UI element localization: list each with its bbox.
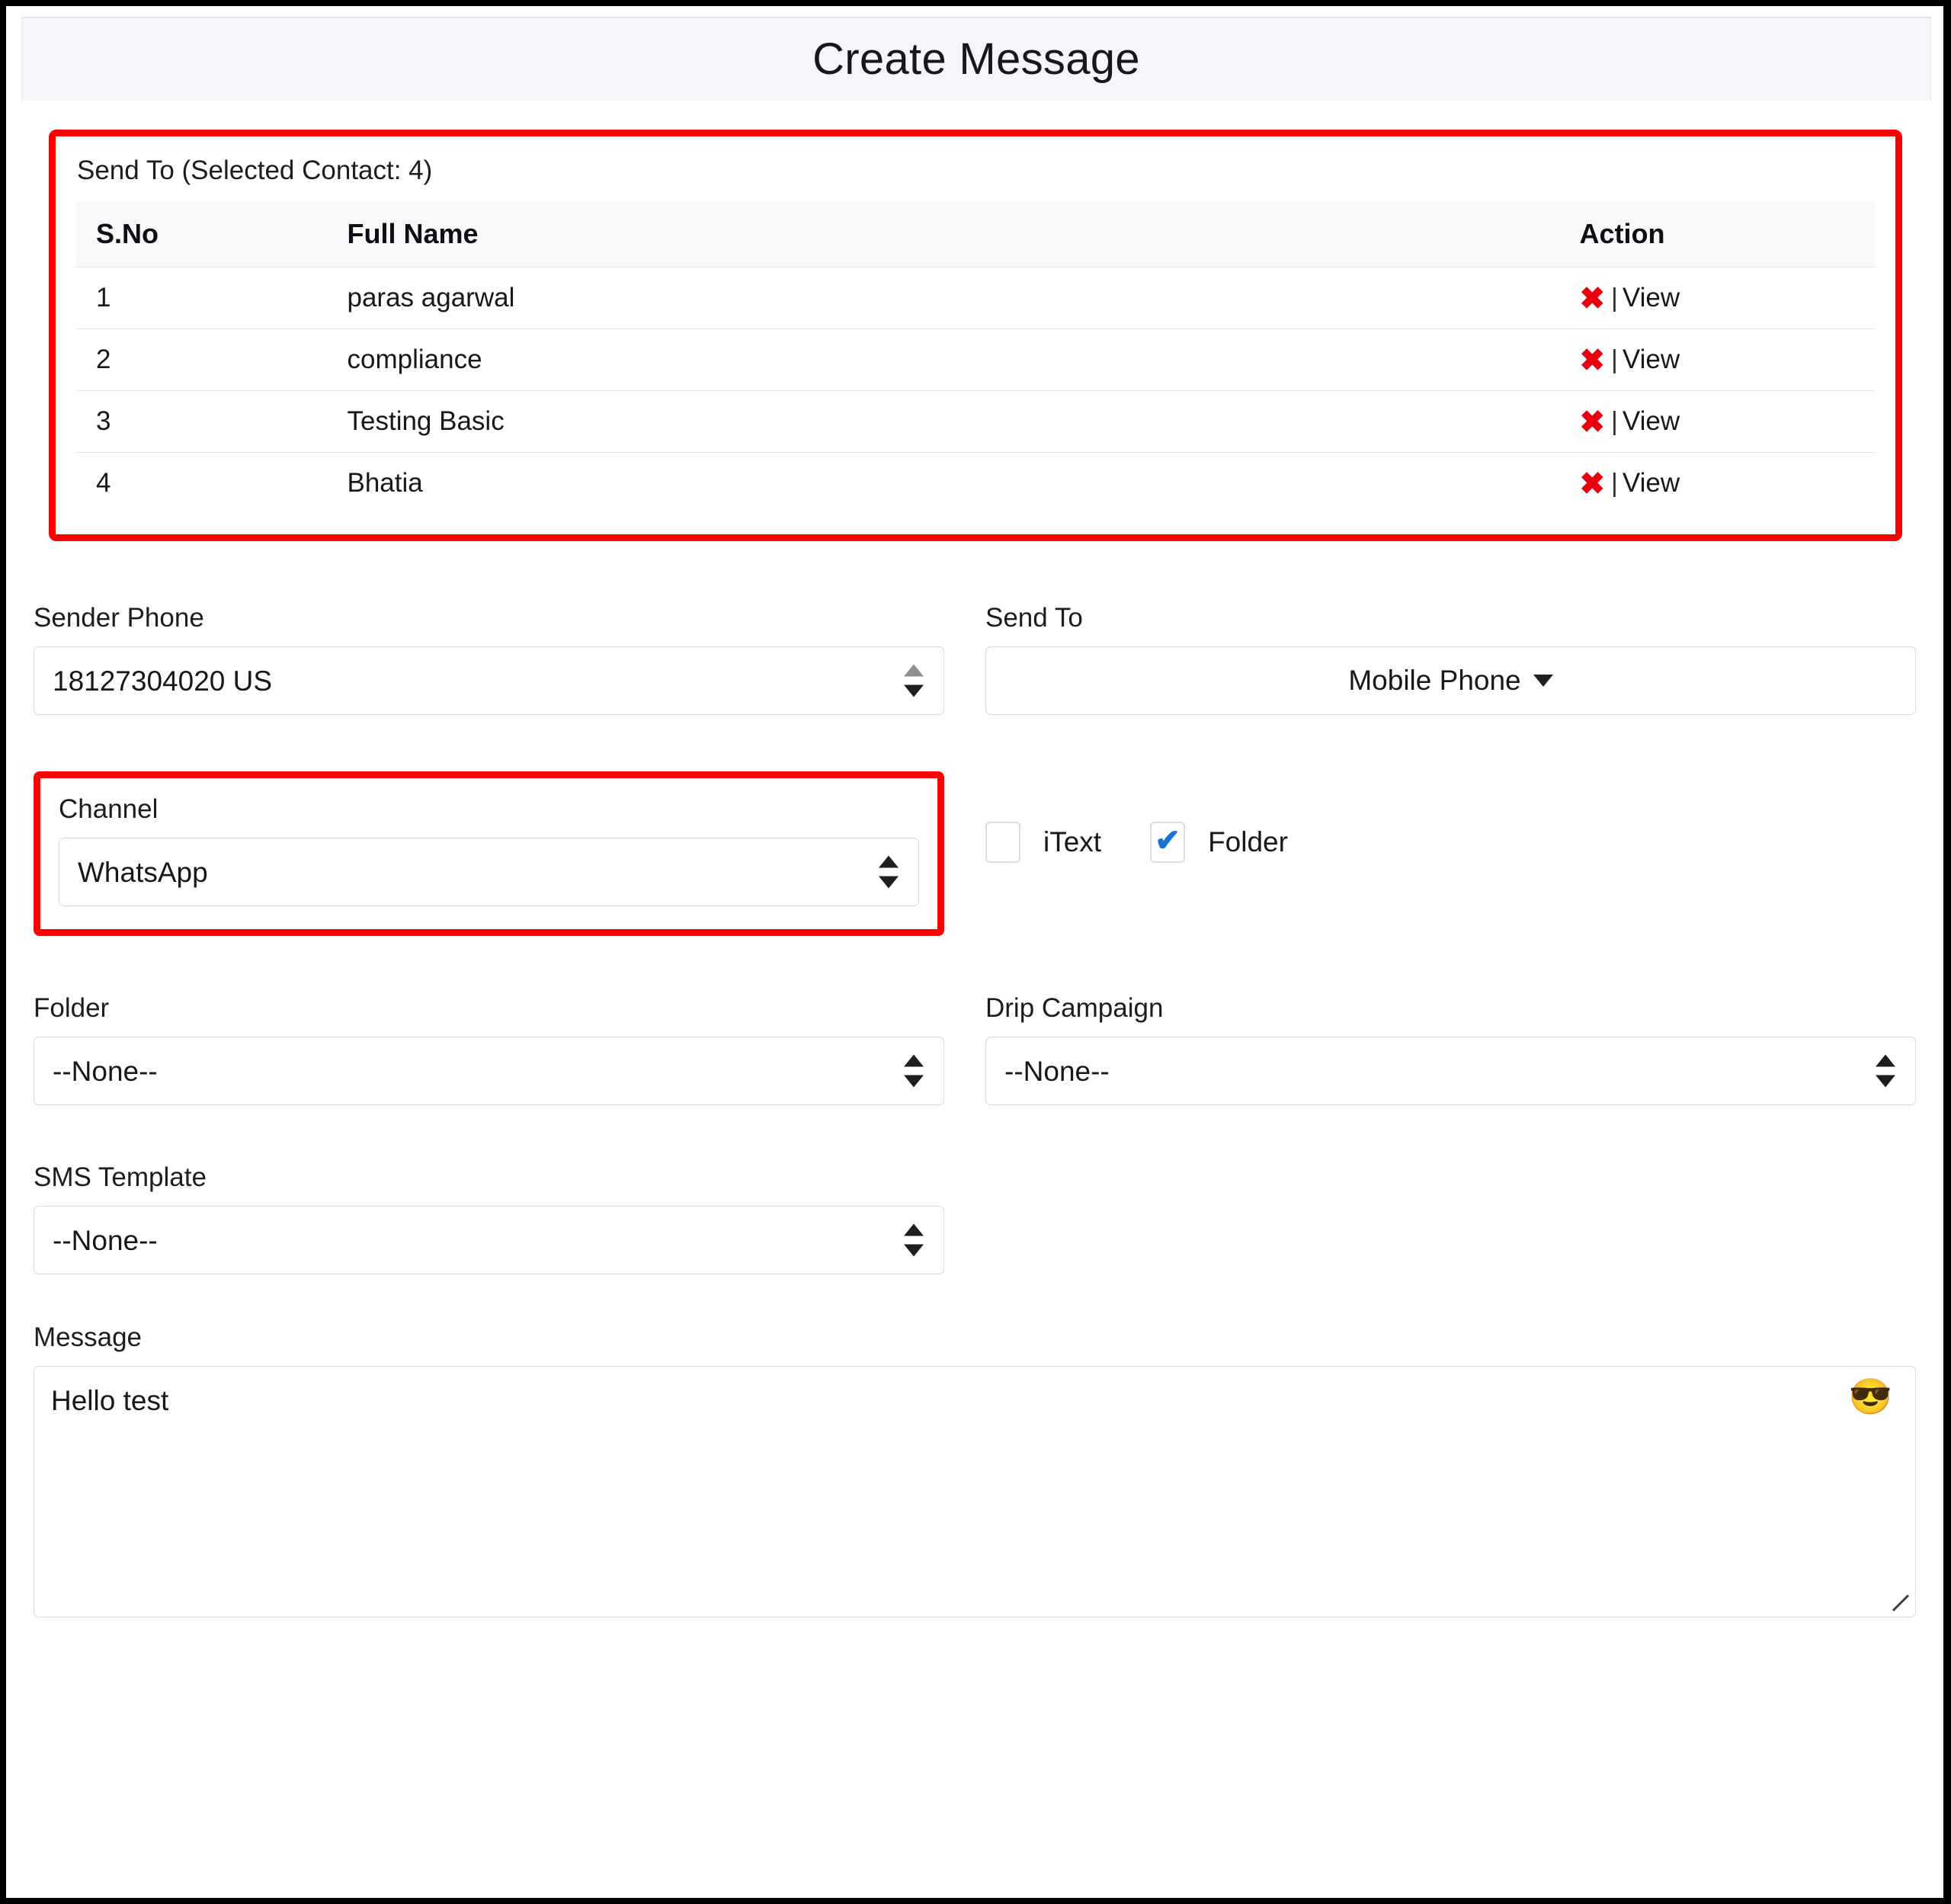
sms-template-value: --None-- (53, 1224, 158, 1256)
channel-label: Channel (59, 794, 159, 824)
cell-action: ✖ | View (1448, 390, 1875, 453)
column-header-action-label: Action (1579, 218, 1665, 249)
column-header-action: Action (1448, 201, 1875, 268)
channel-select[interactable]: WhatsApp (59, 838, 919, 906)
send-to-value: Mobile Phone (1348, 665, 1521, 696)
send-to-group: Send To Mobile Phone (975, 602, 1916, 715)
view-contact-link[interactable]: View (1623, 345, 1680, 375)
chevron-updown-icon (904, 1054, 924, 1088)
chevron-updown-icon (879, 855, 899, 889)
message-label: Message (34, 1322, 143, 1352)
sms-template-label: SMS Template (34, 1162, 207, 1192)
message-type-checkboxes: iText ✔ Folder (975, 771, 1916, 863)
sms-template-group: SMS Template --None-- (34, 1162, 975, 1274)
drip-campaign-label: Drip Campaign (985, 993, 1164, 1023)
channel-row: Channel WhatsApp iText ✔ Folder (34, 771, 1916, 936)
message-group: Message Hello test 😎 (34, 1322, 1916, 1617)
contacts-header-row: S.No Full Name Action (76, 201, 1875, 268)
folder-label: Folder (34, 993, 110, 1023)
action-separator: | (1611, 406, 1618, 436)
cell-sno: 3 (76, 390, 328, 453)
send-to-label: Send To (985, 603, 1083, 633)
sender-phone-value: 18127304020 US (53, 665, 273, 697)
table-row: 1 paras agarwal ✖ | View (76, 267, 1875, 329)
sms-template-select[interactable]: --None-- (34, 1206, 944, 1274)
folder-group: Folder --None-- (34, 992, 975, 1105)
chevron-updown-icon (904, 664, 924, 697)
cell-full-name: paras agarwal (327, 267, 1449, 329)
table-row: 2 compliance ✖ | View (76, 329, 1875, 391)
folder-checkbox-label[interactable]: Folder (1208, 826, 1288, 858)
action-separator: | (1611, 283, 1618, 313)
cell-full-name: Testing Basic (327, 390, 1449, 453)
channel-highlight: Channel WhatsApp (34, 771, 944, 936)
create-message-window: Create Message Send To (Selected Contact… (6, 6, 1943, 1898)
drip-campaign-value: --None-- (1004, 1055, 1110, 1087)
cell-full-name: compliance (327, 329, 1449, 391)
message-text-value: Hello test (51, 1385, 169, 1416)
itext-checkbox[interactable] (985, 822, 1020, 863)
column-header-sno: S.No (76, 201, 328, 268)
sender-phone-group: Sender Phone 18127304020 US (34, 602, 975, 715)
send-to-contacts-highlight: Send To (Selected Contact: 4) S.No Full … (49, 130, 1902, 541)
chevron-updown-icon (904, 1223, 924, 1257)
folder-value: --None-- (53, 1055, 158, 1087)
view-contact-link[interactable]: View (1623, 283, 1680, 313)
remove-contact-icon[interactable]: ✖ (1580, 407, 1606, 438)
cell-full-name: Bhatia (327, 452, 1449, 514)
table-row: 3 Testing Basic ✖ | View (76, 390, 1875, 453)
sms-template-spacer (975, 1162, 1916, 1274)
view-contact-link[interactable]: View (1623, 468, 1680, 498)
emoji-picker-icon[interactable]: 😎 (1849, 1379, 1892, 1414)
chevron-down-icon (1533, 675, 1553, 687)
channel-value: WhatsApp (78, 856, 208, 888)
itext-checkbox-label[interactable]: iText (1043, 826, 1101, 858)
checkbox-group-itext: iText (985, 822, 1101, 863)
cell-sno: 1 (76, 267, 328, 329)
textarea-resize-handle[interactable] (1891, 1593, 1911, 1613)
sender-phone-select[interactable]: 18127304020 US (34, 646, 944, 715)
screenshot-frame: Create Message Send To (Selected Contact… (0, 0, 1951, 1904)
channel-column: Channel WhatsApp (34, 771, 975, 936)
page-content: Send To (Selected Contact: 4) S.No Full … (6, 130, 1943, 1617)
window-header: Create Message (21, 17, 1931, 101)
contacts-table-body: 1 paras agarwal ✖ | View 2 compliance ✖ … (76, 267, 1875, 514)
remove-contact-icon[interactable]: ✖ (1580, 469, 1606, 499)
remove-contact-icon[interactable]: ✖ (1580, 284, 1606, 314)
chevron-updown-icon (1876, 1054, 1895, 1088)
selected-contacts-table: S.No Full Name Action 1 paras agarwal ✖ … (75, 200, 1876, 514)
sender-phone-label: Sender Phone (34, 603, 204, 633)
action-separator: | (1611, 468, 1618, 498)
cell-action: ✖ | View (1448, 267, 1875, 329)
checkbox-group-folder: ✔ Folder (1150, 822, 1288, 863)
folder-checkbox[interactable]: ✔ (1150, 822, 1186, 863)
table-row: 4 Bhatia ✖ | View (76, 452, 1875, 514)
send-to-dropdown[interactable]: Mobile Phone (985, 646, 1916, 715)
view-contact-link[interactable]: View (1623, 406, 1680, 437)
folder-check-mark: ✔ (1155, 824, 1181, 857)
remove-contact-icon[interactable]: ✖ (1580, 345, 1606, 376)
page-title: Create Message (812, 34, 1140, 84)
cell-action: ✖ | View (1448, 329, 1875, 391)
action-separator: | (1611, 345, 1618, 374)
sender-and-recipient-row: Sender Phone 18127304020 US Send To Mobi… (34, 602, 1916, 715)
cell-sno: 4 (76, 452, 328, 514)
column-header-full-name: Full Name (327, 201, 1449, 268)
drip-campaign-select[interactable]: --None-- (985, 1037, 1916, 1105)
cell-sno: 2 (76, 329, 328, 391)
folder-select[interactable]: --None-- (34, 1037, 944, 1105)
drip-campaign-group: Drip Campaign --None-- (975, 992, 1916, 1105)
contacts-table-head: S.No Full Name Action (76, 201, 1875, 268)
cell-action: ✖ | View (1448, 452, 1875, 514)
sms-template-row: SMS Template --None-- (34, 1162, 1916, 1274)
folder-and-drip-row: Folder --None-- Drip Campaign --None-- (34, 992, 1916, 1105)
selected-contacts-caption: Send To (Selected Contact: 4) (77, 155, 433, 185)
message-textarea[interactable]: Hello test 😎 (34, 1366, 1916, 1617)
